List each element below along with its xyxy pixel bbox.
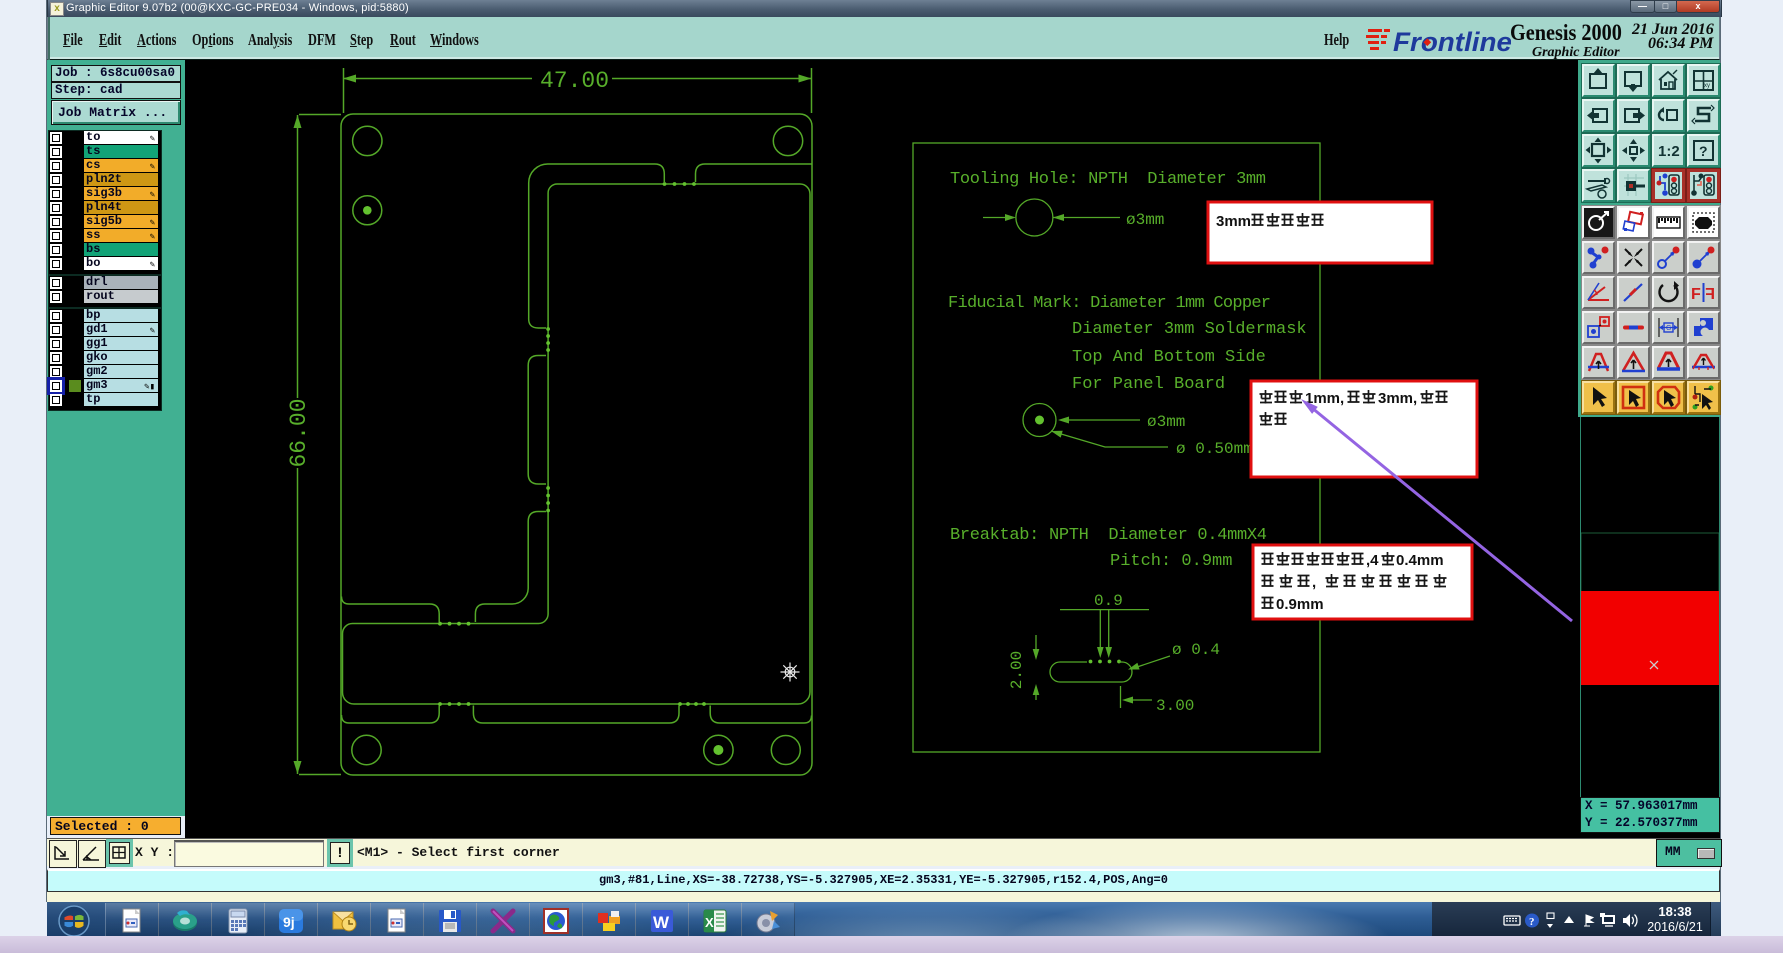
svg-text:47.00: 47.00 bbox=[540, 68, 609, 94]
svg-text:ø3mm: ø3mm bbox=[1126, 211, 1164, 229]
svg-text:X: X bbox=[705, 915, 714, 930]
svg-text:W: W bbox=[653, 913, 670, 932]
svg-text:0.9mm: 0.9mm bbox=[1276, 596, 1324, 613]
svg-text:,: , bbox=[1312, 574, 1316, 591]
svg-text:Fiducial Mark: Diameter 1mm Co: Fiducial Mark: Diameter 1mm Copper bbox=[948, 294, 1271, 313]
svg-text:ø 0.4: ø 0.4 bbox=[1172, 641, 1220, 659]
svg-text:For Panel Board: For Panel Board bbox=[1072, 375, 1225, 394]
svg-text:ø3mm: ø3mm bbox=[1147, 413, 1185, 431]
svg-text:Breaktab: NPTH Diameter 0.4mm: Breaktab: NPTH Diameter 0.4mmX4 bbox=[950, 526, 1267, 545]
svg-text:66.00: 66.00 bbox=[286, 398, 312, 467]
svg-text:,4: ,4 bbox=[1366, 552, 1379, 569]
svg-text:F: F bbox=[1691, 286, 1701, 303]
svg-text:?: ? bbox=[1529, 916, 1535, 928]
svg-text:Pitch: 0.9mm: Pitch: 0.9mm bbox=[1110, 552, 1232, 571]
svg-text:ø 0.50mm: ø 0.50mm bbox=[1176, 440, 1253, 458]
svg-text:Top And Bottom Side: Top And Bottom Side bbox=[1072, 348, 1266, 367]
svg-text:3mm: 3mm bbox=[1216, 213, 1251, 230]
svg-text:0.4mm: 0.4mm bbox=[1396, 552, 1444, 569]
svg-text:Tooling Hole: NPTH Diameter 3: Tooling Hole: NPTH Diameter 3mm bbox=[950, 170, 1266, 189]
svg-text:F: F bbox=[1705, 286, 1715, 303]
svg-text:0.9: 0.9 bbox=[1094, 592, 1123, 610]
svg-text:1:2: 1:2 bbox=[1658, 143, 1680, 160]
svg-text:xy: xy bbox=[1704, 83, 1710, 89]
svg-text:3mm,: 3mm, bbox=[1378, 390, 1417, 407]
svg-text:2.00: 2.00 bbox=[1008, 651, 1026, 689]
svg-text:Diameter 3mm Soldermask: Diameter 3mm Soldermask bbox=[1072, 320, 1307, 339]
svg-text:9j: 9j bbox=[283, 914, 295, 930]
svg-text:3.00: 3.00 bbox=[1156, 697, 1194, 715]
svg-text:Frontline: Frontline bbox=[1393, 27, 1511, 57]
svg-text:G: G bbox=[1666, 325, 1671, 332]
svg-text:?: ? bbox=[1699, 143, 1708, 159]
